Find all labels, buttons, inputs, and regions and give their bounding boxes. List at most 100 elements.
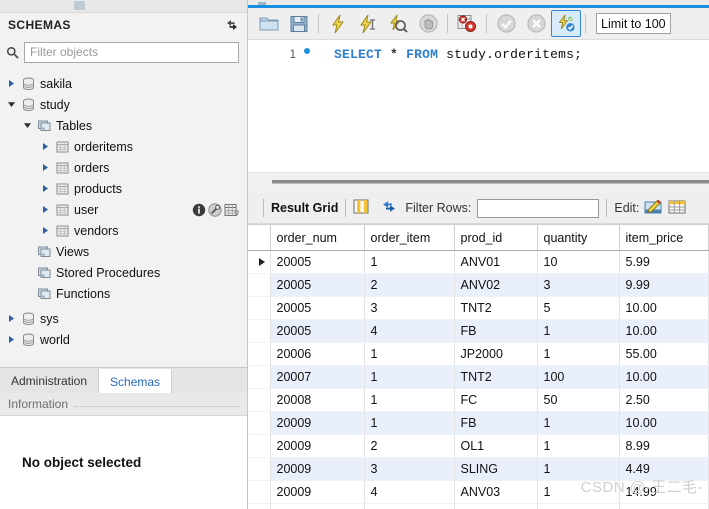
cell-item-price[interactable]: 10.00 xyxy=(619,365,709,389)
chevron-right-icon[interactable] xyxy=(40,204,51,215)
cell-prod-id[interactable]: ANV03 xyxy=(454,480,538,504)
open-sql-file-button[interactable] xyxy=(254,10,284,37)
table-grid-icon[interactable] xyxy=(224,203,239,217)
editor-results-splitter[interactable] xyxy=(248,172,709,193)
row-selector-cell[interactable] xyxy=(248,365,271,389)
filter-rows-input[interactable] xyxy=(477,198,600,218)
cell-order-item[interactable]: 3 xyxy=(364,457,455,481)
cell-quantity[interactable]: 1 xyxy=(537,457,620,481)
cell-prod-id[interactable]: ANV01 xyxy=(454,250,538,274)
export-table-icon[interactable] xyxy=(668,199,686,218)
table-row[interactable]: 20009 4 ANV03 1 14.99 xyxy=(248,480,709,504)
chevron-right-icon[interactable] xyxy=(6,334,17,345)
autocommit-button[interactable] xyxy=(551,10,581,37)
cell-item-price[interactable]: 8.99 xyxy=(619,434,709,458)
chevron-right-icon[interactable] xyxy=(40,183,51,194)
sidebar-item-orderitems[interactable]: orderitems xyxy=(0,136,247,157)
table-row[interactable]: 20005 3 TNT2 5 10.00 xyxy=(248,296,709,320)
row-selector-cell[interactable] xyxy=(248,296,271,320)
table-row[interactable]: 20005 1 ANV01 10 5.99 xyxy=(248,250,709,274)
column-header-order-num[interactable]: order_num xyxy=(270,225,365,251)
sidebar-item-stored-procedures[interactable]: Stored Procedures xyxy=(0,262,247,283)
row-selector-cell[interactable] xyxy=(248,319,271,343)
cell-quantity[interactable]: 50 xyxy=(537,388,620,412)
chevron-down-icon[interactable] xyxy=(22,120,33,131)
splitter-handle[interactable] xyxy=(272,180,709,184)
table-row[interactable]: 20006 1 JP2000 1 55.00 xyxy=(248,342,709,366)
edit-pencil-icon[interactable] xyxy=(644,198,664,218)
chevron-right-icon[interactable] xyxy=(40,225,51,236)
cell-quantity[interactable]: 1 xyxy=(537,319,620,343)
tab-administration[interactable]: Administration xyxy=(0,369,100,393)
cell-order-num[interactable]: 20008 xyxy=(270,388,365,412)
cell-order-item-null[interactable]: NULL xyxy=(364,503,455,509)
cell-quantity[interactable]: 1 xyxy=(537,411,620,435)
cell-order-num[interactable]: 20007 xyxy=(270,365,365,389)
chevron-right-icon[interactable] xyxy=(40,162,51,173)
table-row[interactable]: 20009 2 OL1 1 8.99 xyxy=(248,434,709,458)
cell-quantity[interactable]: 3 xyxy=(537,273,620,297)
cell-item-price[interactable]: 2.50 xyxy=(619,388,709,412)
cell-order-num[interactable]: 20005 xyxy=(270,273,365,297)
cell-item-price[interactable]: 10.00 xyxy=(619,319,709,343)
tab-schemas[interactable]: Schemas xyxy=(99,369,173,393)
row-selector-cell[interactable] xyxy=(248,480,271,504)
sidebar-item-products[interactable]: products xyxy=(0,178,247,199)
sidebar-item-functions[interactable]: Functions xyxy=(0,283,247,304)
sidebar-item-orders[interactable]: orders xyxy=(0,157,247,178)
cell-item-price[interactable]: 9.99 xyxy=(619,273,709,297)
cell-order-item[interactable]: 2 xyxy=(364,273,455,297)
grid-view-icon[interactable] xyxy=(353,199,369,217)
cell-order-num[interactable]: 20006 xyxy=(270,342,365,366)
sidebar-item-sakila[interactable]: sakila xyxy=(0,73,247,94)
chevron-down-icon[interactable] xyxy=(6,99,17,110)
cell-quantity[interactable]: 1 xyxy=(537,342,620,366)
cell-order-num[interactable]: 20009 xyxy=(270,434,365,458)
cell-order-item[interactable]: 1 xyxy=(364,388,455,412)
cell-order-item[interactable]: 1 xyxy=(364,365,455,389)
cell-order-item[interactable]: 4 xyxy=(364,319,455,343)
cell-order-num-null[interactable]: NULL xyxy=(270,503,365,509)
table-row[interactable]: 20008 1 FC 50 2.50 xyxy=(248,388,709,412)
row-selector-cell[interactable] xyxy=(248,273,271,297)
row-selector-cell[interactable] xyxy=(248,342,271,366)
sql-text-area[interactable]: 1 SELECT * FROM study.orderitems; xyxy=(248,40,709,172)
rollback-button[interactable] xyxy=(521,10,551,37)
cell-prod-id[interactable]: FB xyxy=(454,319,538,343)
sidebar-item-vendors[interactable]: vendors xyxy=(0,220,247,241)
column-header-quantity[interactable]: quantity xyxy=(537,225,620,251)
cell-prod-id[interactable]: ANV02 xyxy=(454,273,538,297)
sidebar-item-sys[interactable]: sys xyxy=(0,308,247,329)
cell-quantity[interactable]: 100 xyxy=(537,365,620,389)
info-icon[interactable] xyxy=(192,203,206,217)
column-header-item-price[interactable]: item_price xyxy=(619,225,709,251)
cell-order-item[interactable]: 1 xyxy=(364,250,455,274)
cell-order-item[interactable]: 2 xyxy=(364,434,455,458)
cell-order-num[interactable]: 20005 xyxy=(270,250,365,274)
cell-prod-id[interactable]: FB xyxy=(454,411,538,435)
cell-order-item[interactable]: 1 xyxy=(364,342,455,366)
cell-prod-id[interactable]: JP2000 xyxy=(454,342,538,366)
cell-prod-id-null[interactable]: NULL xyxy=(454,503,538,509)
cell-item-price[interactable]: 5.99 xyxy=(619,250,709,274)
column-header-order-item[interactable]: order_item xyxy=(364,225,455,251)
cell-prod-id[interactable]: TNT2 xyxy=(454,365,538,389)
sidebar-item-world[interactable]: world xyxy=(0,329,247,350)
table-row[interactable]: 20007 1 TNT2 100 10.00 xyxy=(248,365,709,389)
row-selector-cell[interactable] xyxy=(248,411,271,435)
cell-order-num[interactable]: 20009 xyxy=(270,480,365,504)
cell-order-num[interactable]: 20009 xyxy=(270,457,365,481)
cell-item-price[interactable]: 10.00 xyxy=(619,411,709,435)
new-row-placeholder[interactable]: NULL NULL NULL NULL NULL xyxy=(248,503,709,509)
sidebar-item-user[interactable]: user xyxy=(0,199,247,220)
cell-item-price[interactable]: 4.49 xyxy=(619,457,709,481)
limit-rows-select[interactable]: Limit to 100 xyxy=(596,13,671,34)
refresh-icon[interactable] xyxy=(225,18,239,32)
row-selector-cell[interactable] xyxy=(248,457,271,481)
cell-quantity[interactable]: 5 xyxy=(537,296,620,320)
cell-order-num[interactable]: 20005 xyxy=(270,319,365,343)
stop-button[interactable] xyxy=(413,10,443,37)
cell-prod-id[interactable]: SLING xyxy=(454,457,538,481)
save-sql-file-button[interactable] xyxy=(284,10,314,37)
row-selector-cell[interactable] xyxy=(248,388,271,412)
